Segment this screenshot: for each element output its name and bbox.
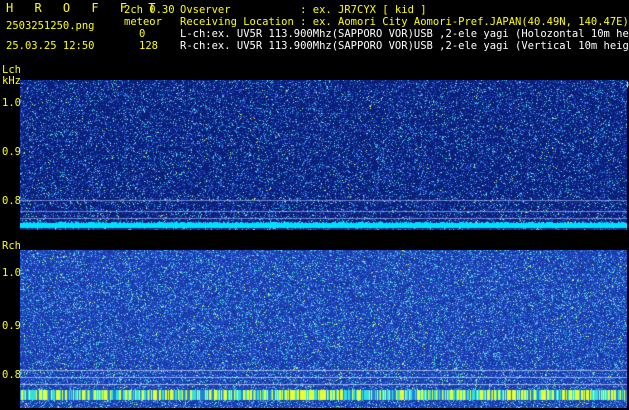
lch-ytick-0.8: 0.8 [2,195,21,207]
mode-label: meteor [124,16,162,28]
lch-spectrogram [20,80,627,230]
lch-config-line: L-ch:ex. UV5R 113.900Mhz(SAPPORO VOR)USB… [180,28,629,40]
version-label: 2ch 0.30 [124,4,175,16]
rch-ytick-0.9: 0.9 [2,320,21,332]
rch-spectrogram [20,250,627,408]
count-rch: 128 [139,40,158,52]
location-line: Receiving Location : ex. Aomori City Aom… [180,16,629,28]
filename-label: 2503251250.png [6,20,95,32]
rch-ytick-0.8: 0.8 [2,369,21,381]
lch-ytick-1.0: 1.0 [2,97,21,109]
observer-line: Ovserver : ex. JR7CYX [ kid ] [180,4,427,16]
rch-config-line: R-ch:ex. UV5R 113.900Mhz(SAPPORO VOR)USB… [180,40,629,52]
rch-label: Rch [2,240,21,252]
lch-ytick-0.9: 0.9 [2,146,21,158]
count-lch: 0 [139,28,146,40]
datetime-label: 25.03.25 12:50 [6,40,95,52]
rch-ytick-1.0: 1.0 [2,267,21,279]
lch-unit-label: kHz [2,75,21,87]
